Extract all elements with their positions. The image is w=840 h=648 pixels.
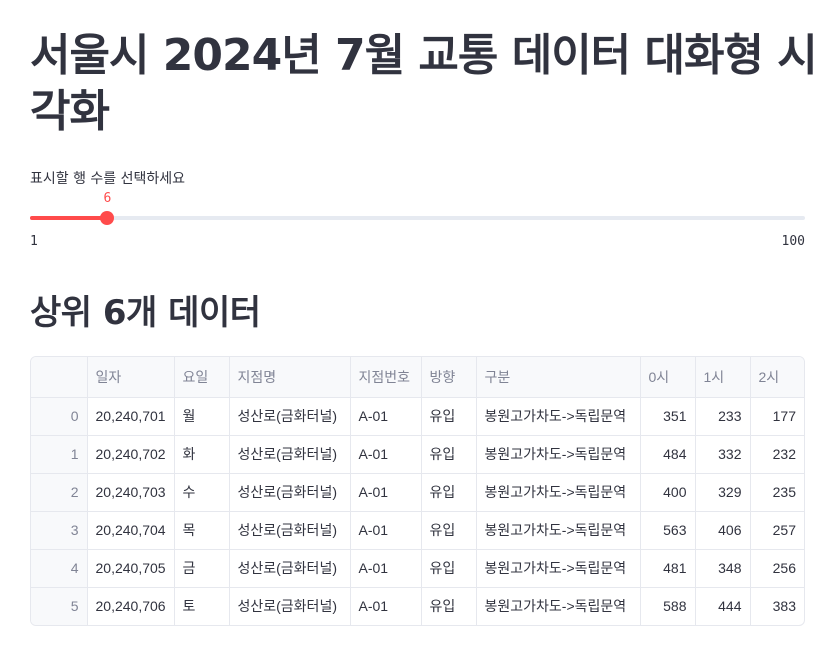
page-title: 서울시 2024년 7월 교통 데이터 대화형 시각화 — [30, 30, 818, 137]
date-cell[interactable]: 20,240,704 — [87, 511, 175, 550]
direction-cell[interactable]: 유입 — [421, 587, 477, 625]
site-number-cell[interactable]: A-01 — [350, 435, 422, 474]
hour-2-cell[interactable]: 257 — [750, 511, 804, 550]
site-number-cell[interactable]: A-01 — [350, 587, 422, 625]
hour-0-cell[interactable]: 351 — [640, 397, 696, 436]
date-cell[interactable]: 20,240,703 — [87, 473, 175, 512]
date-cell[interactable]: 20,240,701 — [87, 397, 175, 436]
column-header-index[interactable] — [31, 357, 88, 398]
date-cell[interactable]: 20,240,702 — [87, 435, 175, 474]
column-header-section[interactable]: 구분 — [476, 357, 641, 398]
section-cell[interactable]: 봉원고가차도->독립문역 — [476, 397, 641, 436]
weekday-cell[interactable]: 수 — [174, 473, 230, 512]
row-count-slider[interactable] — [30, 211, 805, 225]
column-header-site-name[interactable]: 지점명 — [229, 357, 351, 398]
weekday-cell[interactable]: 금 — [174, 549, 230, 588]
slider-label: 표시할 행 수를 선택하세요 — [30, 171, 186, 187]
row-index-cell[interactable]: 5 — [31, 587, 88, 625]
site-number-cell[interactable]: A-01 — [350, 511, 422, 550]
column-header-weekday[interactable]: 요일 — [174, 357, 230, 398]
table-row: 0 20,240,701 월 성산로(금화터널) A-01 유입 봉원고가차도->독립문역 3… — [31, 397, 804, 436]
hour-1-cell[interactable]: 329 — [695, 473, 751, 512]
site-name-cell[interactable]: 성산로(금화터널) — [229, 511, 351, 550]
date-cell[interactable]: 20,240,706 — [87, 587, 175, 625]
table-row: 2 20,240,703 수 성산로(금화터널) A-01 유입 봉원고가차도->독립문역 4… — [31, 473, 804, 512]
hour-1-cell[interactable]: 406 — [695, 511, 751, 550]
hour-0-cell[interactable]: 481 — [640, 549, 696, 588]
section-title: 상위 6개 데이터 — [30, 293, 261, 333]
site-number-cell[interactable]: A-01 — [350, 473, 422, 512]
column-header-hour-1[interactable]: 1시 — [695, 357, 751, 398]
date-cell[interactable]: 20,240,705 — [87, 549, 175, 588]
table-row: 5 20,240,706 토 성산로(금화터널) A-01 유입 봉원고가차도->독립문역 5… — [31, 587, 804, 625]
weekday-cell[interactable]: 화 — [174, 435, 230, 474]
table-row: 1 20,240,702 화 성산로(금화터널) A-01 유입 봉원고가차도->독립문역 4… — [31, 435, 804, 474]
hour-1-cell[interactable]: 444 — [695, 587, 751, 625]
slider-current-value: 6 — [103, 191, 112, 206]
table-row: 4 20,240,705 금 성산로(금화터널) A-01 유입 봉원고가차도->독립문역 4… — [31, 549, 804, 588]
hour-0-cell[interactable]: 563 — [640, 511, 696, 550]
weekday-cell[interactable]: 월 — [174, 397, 230, 436]
row-index-cell[interactable]: 0 — [31, 397, 88, 436]
direction-cell[interactable]: 유입 — [421, 397, 477, 436]
hour-2-cell[interactable]: 256 — [750, 549, 804, 588]
section-cell[interactable]: 봉원고가차도->독립문역 — [476, 473, 641, 512]
table-header-row: 일자 요일 지점명 지점번호 방향 구분 0시 1시 2시 — [31, 357, 804, 398]
column-header-site-number[interactable]: 지점번호 — [350, 357, 422, 398]
column-header-date[interactable]: 일자 — [87, 357, 175, 398]
site-name-cell[interactable]: 성산로(금화터널) — [229, 587, 351, 625]
row-index-cell[interactable]: 4 — [31, 549, 88, 588]
slider-min-label: 1 — [30, 234, 38, 249]
site-name-cell[interactable]: 성산로(금화터널) — [229, 435, 351, 474]
weekday-cell[interactable]: 목 — [174, 511, 230, 550]
section-cell[interactable]: 봉원고가차도->독립문역 — [476, 549, 641, 588]
hour-1-cell[interactable]: 332 — [695, 435, 751, 474]
hour-2-cell[interactable]: 177 — [750, 397, 804, 436]
site-number-cell[interactable]: A-01 — [350, 397, 422, 436]
data-table[interactable]: 일자 요일 지점명 지점번호 방향 구분 0시 1시 2시 0 20,240,70… — [30, 356, 805, 626]
column-header-hour-0[interactable]: 0시 — [640, 357, 696, 398]
hour-0-cell[interactable]: 484 — [640, 435, 696, 474]
row-index-cell[interactable]: 2 — [31, 473, 88, 512]
row-index-cell[interactable]: 3 — [31, 511, 88, 550]
slider-fill — [30, 216, 108, 220]
column-header-direction[interactable]: 방향 — [421, 357, 477, 398]
site-name-cell[interactable]: 성산로(금화터널) — [229, 549, 351, 588]
direction-cell[interactable]: 유입 — [421, 435, 477, 474]
section-cell[interactable]: 봉원고가차도->독립문역 — [476, 587, 641, 625]
direction-cell[interactable]: 유입 — [421, 473, 477, 512]
site-name-cell[interactable]: 성산로(금화터널) — [229, 473, 351, 512]
slider-max-label: 100 — [781, 234, 805, 249]
site-name-cell[interactable]: 성산로(금화터널) — [229, 397, 351, 436]
hour-2-cell[interactable]: 383 — [750, 587, 804, 625]
hour-2-cell[interactable]: 232 — [750, 435, 804, 474]
hour-0-cell[interactable]: 400 — [640, 473, 696, 512]
hour-0-cell[interactable]: 588 — [640, 587, 696, 625]
hour-1-cell[interactable]: 233 — [695, 397, 751, 436]
direction-cell[interactable]: 유입 — [421, 511, 477, 550]
section-cell[interactable]: 봉원고가차도->독립문역 — [476, 511, 641, 550]
table-row: 3 20,240,704 목 성산로(금화터널) A-01 유입 봉원고가차도->독립문역 5… — [31, 511, 804, 550]
hour-1-cell[interactable]: 348 — [695, 549, 751, 588]
direction-cell[interactable]: 유입 — [421, 549, 477, 588]
column-header-hour-2[interactable]: 2시 — [750, 357, 804, 398]
row-index-cell[interactable]: 1 — [31, 435, 88, 474]
slider-thumb[interactable] — [100, 211, 115, 225]
hour-2-cell[interactable]: 235 — [750, 473, 804, 512]
section-cell[interactable]: 봉원고가차도->독립문역 — [476, 435, 641, 474]
weekday-cell[interactable]: 토 — [174, 587, 230, 625]
site-number-cell[interactable]: A-01 — [350, 549, 422, 588]
